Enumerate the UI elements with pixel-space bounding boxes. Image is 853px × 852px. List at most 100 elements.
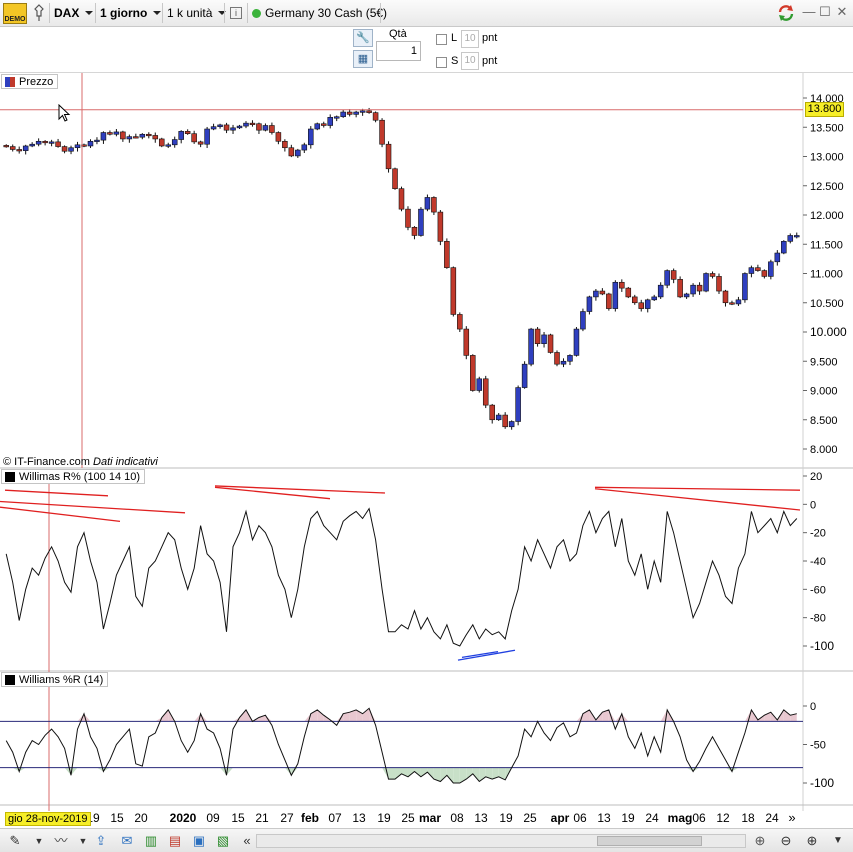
price-candle (120, 131, 126, 140)
x-axis-tick-label: 13 (474, 811, 488, 825)
price-candle (489, 404, 495, 421)
indicator-menu-chevron-icon[interactable]: ▼ (74, 832, 92, 850)
long-checkbox[interactable] (436, 34, 447, 45)
long-pnt-input[interactable]: 10 (461, 30, 479, 48)
x-axis-tick-label: 15 (110, 811, 124, 825)
price-candle (657, 284, 664, 298)
instrument-label: DAX (54, 6, 80, 20)
timeframe-select[interactable]: 1 giorno (100, 3, 162, 23)
w2-oversold-fill (446, 767, 454, 783)
zoom-out-icon[interactable]: ⊖ (777, 832, 795, 850)
time-scrollbar[interactable] (256, 834, 746, 848)
product-label-group: Germany 30 Cash (5€) (252, 3, 387, 23)
price-candle (476, 378, 483, 391)
price-axis-tick-label: 13.000 (810, 152, 844, 164)
x-axis-tick-label: 06 (573, 811, 587, 825)
price-candle (68, 147, 74, 152)
price-candle (696, 284, 703, 292)
market-open-status-icon (252, 8, 261, 18)
indicator-icon[interactable]: 〰 (52, 832, 70, 850)
price-candle (444, 241, 450, 268)
minimize-icon[interactable]: — (802, 5, 816, 19)
maximize-icon[interactable]: ☐ (818, 5, 832, 19)
qty-input[interactable]: 1 (376, 41, 421, 61)
short-checkbox[interactable] (436, 57, 447, 68)
price-legend[interactable]: Prezzo (1, 74, 59, 89)
keypad-icon[interactable]: ▦ (353, 50, 373, 68)
price-candle (165, 144, 171, 147)
price-candle (353, 111, 359, 115)
w2-oversold-fill (466, 767, 473, 780)
price-candle (340, 111, 346, 118)
scroll-left-fast-icon[interactable]: « (238, 832, 256, 850)
w2-overbought-fill (362, 708, 370, 722)
x-axis-tick-label: apr (551, 811, 570, 825)
scrollbar-thumb[interactable] (597, 836, 702, 846)
price-candle (534, 328, 541, 345)
order-bar: 🔧 ▦ Qtà 1 L 10 pnt S 10 pnt (0, 27, 853, 73)
x-axis-tick-label: 21 (255, 811, 269, 825)
price-candle (573, 328, 580, 356)
williams2-legend[interactable]: Williams %R (14) (1, 672, 109, 687)
price-axis-tick-label: 11.000 (810, 269, 843, 281)
pin-icon[interactable] (32, 3, 46, 23)
trading-window: DEMO DAX 1 giorno 1 k unità i Germany 30… (0, 0, 853, 852)
demo-icon[interactable]: DEMO (3, 3, 27, 24)
refresh-icon[interactable] (776, 3, 796, 23)
chat-icon[interactable]: ✉ (118, 832, 136, 850)
price-candle (359, 110, 366, 113)
wrench-icon[interactable]: 🔧 (353, 29, 373, 47)
price-candle (398, 188, 405, 210)
long-label: L (451, 32, 458, 44)
export-icon[interactable]: ▧ (214, 832, 232, 850)
price-candle (606, 293, 612, 309)
w1-axis-tick-label: -80 (810, 613, 826, 625)
price-candle (644, 299, 651, 309)
price-candle (554, 352, 560, 365)
credit-note: Dati indicativi (93, 456, 158, 468)
candles-icon[interactable]: ▥ (142, 832, 160, 850)
top-toolbar: DEMO DAX 1 giorno 1 k unità i Germany 30… (0, 0, 853, 27)
w1-trendline-red (594, 488, 801, 511)
draw-pencil-icon[interactable]: ✎ (6, 832, 24, 850)
x-axis-tick-label: 27 (280, 811, 294, 825)
williams2-legend-swatch (5, 674, 15, 685)
w2-oversold-fill (395, 767, 402, 780)
short-label: S (451, 55, 459, 67)
price-candle (48, 141, 55, 144)
zoom-in-icon[interactable]: ⊕ (803, 832, 821, 850)
crosshair-date-tag: gio 28-nov-2019 (5, 812, 91, 826)
short-pnt-input[interactable]: 10 (461, 52, 479, 70)
price-candle (35, 140, 42, 145)
bars-icon[interactable]: ▤ (166, 832, 184, 850)
price-candle (761, 270, 768, 277)
price-legend-swatch (5, 76, 15, 87)
units-select[interactable]: 1 k unità (167, 3, 227, 23)
draw-menu-chevron-icon[interactable]: ▼ (30, 832, 48, 850)
price-candle (683, 293, 690, 298)
close-icon[interactable]: ✕ (835, 5, 849, 19)
price-candle (288, 147, 295, 157)
w2-axis-tick-label: -50 (810, 740, 826, 752)
data-credit: © IT-Finance.com Dati indicativi (3, 456, 158, 468)
price-candle (632, 296, 638, 304)
zoom-fit-icon[interactable]: ⊕ (751, 832, 769, 850)
chevron-down-icon (85, 11, 94, 15)
share-icon[interactable]: ⇪ (92, 832, 110, 850)
window-icon[interactable]: ▣ (190, 832, 208, 850)
price-candle (379, 119, 385, 145)
price-candle (171, 139, 178, 146)
williams1-legend[interactable]: Willimas R% (100 14 10) (1, 469, 146, 484)
long-pnt-label: pnt (482, 32, 498, 44)
info-icon[interactable]: i (230, 3, 242, 23)
zoom-menu-chevron-icon[interactable]: ▼ (829, 832, 847, 850)
chart-canvas[interactable]: 8.000 8.500 9.000 9.500 10.000 10.500 11.000 11… (0, 73, 853, 828)
price-candle (482, 378, 489, 406)
price-candle (670, 270, 677, 280)
demo-label: DEMO (4, 16, 26, 23)
x-axis-tick-label: 25 (523, 811, 537, 825)
bottom-toolbar: ✎ ▼ 〰 ▼ ⇪ ✉ ▥ ▤ ▣ ▧ « ⊕ ⊖ ⊕ ▼ (0, 828, 853, 852)
price-candle (638, 302, 645, 309)
price-candle (249, 122, 256, 125)
instrument-select[interactable]: DAX (54, 3, 94, 23)
